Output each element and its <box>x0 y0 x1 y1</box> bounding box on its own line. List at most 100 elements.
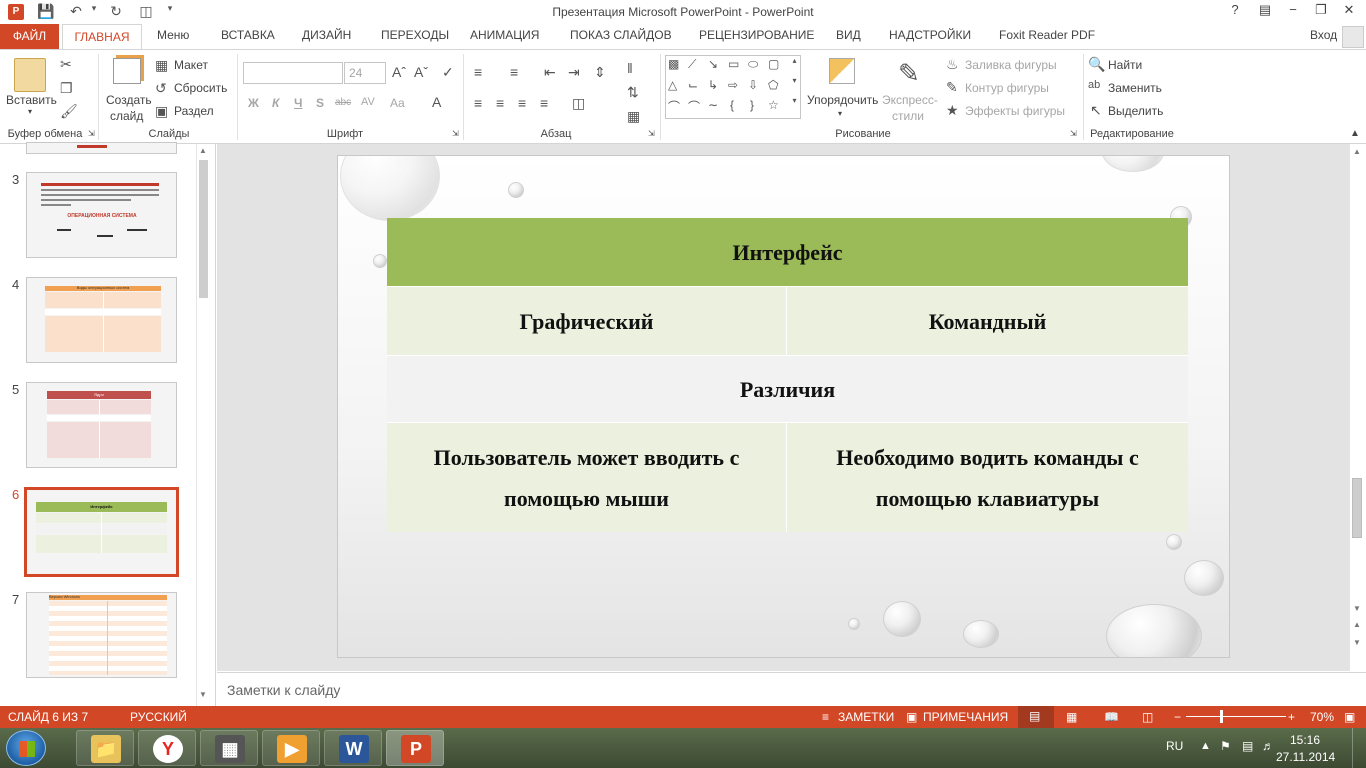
arrange-button[interactable]: Упорядочить <box>807 93 878 107</box>
rectangle-shape-icon[interactable]: ▭ <box>728 57 739 71</box>
bullets-icon[interactable]: ≡ <box>474 64 482 80</box>
zoom-out-icon[interactable]: − <box>1174 710 1181 724</box>
notes-toggle-icon[interactable]: ≡ <box>822 710 829 724</box>
connector-shape-icon[interactable]: ⌙ <box>688 78 698 92</box>
minimize-button[interactable]: − <box>1280 2 1306 22</box>
line-spacing-icon[interactable]: ⇕ <box>594 64 606 81</box>
collapse-ribbon-icon[interactable]: ▲ <box>1350 128 1360 139</box>
paste-button[interactable]: Вставить <box>6 93 57 107</box>
text-direction-icon[interactable]: ⇅ <box>627 84 639 101</box>
arc-shape-icon[interactable]: ⌒ <box>688 98 700 115</box>
right-arrow-shape-icon[interactable]: ⇨ <box>728 78 738 92</box>
elbow-connector-shape-icon[interactable]: ↳ <box>708 78 718 92</box>
copy-icon[interactable]: ❐ <box>60 80 73 97</box>
curve-shape-icon[interactable]: ⌒ <box>668 98 680 115</box>
italic-button[interactable]: К <box>272 96 279 110</box>
shape-outline-button[interactable]: Контур фигуры <box>965 81 1049 95</box>
tray-flag-icon[interactable]: ⚑ <box>1220 739 1231 753</box>
language-indicator[interactable]: РУССКИЙ <box>130 710 187 724</box>
arrange-icon[interactable] <box>829 58 855 84</box>
new-slide-icon[interactable] <box>113 58 141 84</box>
section-icon[interactable]: ▣ <box>155 103 168 120</box>
strikethrough-button[interactable]: abc <box>335 97 351 108</box>
tray-volume-icon[interactable]: ♬ <box>1262 739 1274 753</box>
align-center-icon[interactable]: ≡ <box>496 95 504 111</box>
help-button[interactable]: ? <box>1222 2 1248 22</box>
reset-button[interactable]: Сбросить <box>174 81 227 95</box>
shape-fill-icon[interactable]: ♨ <box>946 56 959 73</box>
left-brace-shape-icon[interactable]: { <box>730 98 734 112</box>
close-button[interactable]: ✕ <box>1336 2 1362 22</box>
paragraph-launcher-icon[interactable]: ⇲ <box>648 129 655 138</box>
current-slide[interactable]: Интерфейс Графический Командный Различия… <box>337 155 1230 658</box>
find-button[interactable]: Найти <box>1108 58 1142 72</box>
quick-styles-button-line1[interactable]: Экспресс- <box>882 93 938 107</box>
table-cell-keyboard-input[interactable]: Необходимо водить команды с помощью клав… <box>787 423 1188 532</box>
shapes-scroll-up-icon[interactable]: ▴ <box>789 56 800 76</box>
tab-insert[interactable]: ВСТАВКА <box>221 28 275 42</box>
rounded-rect-shape-icon[interactable]: ▢ <box>768 57 779 71</box>
fit-slide-icon[interactable]: ▣ <box>1344 710 1355 724</box>
format-painter-icon[interactable]: 🖌 <box>60 103 78 120</box>
slide-thumbnail-5[interactable]: Ядро <box>26 382 177 468</box>
comments-icon[interactable]: ▣ <box>906 710 917 724</box>
clock-date[interactable]: 27.11.2014 <box>1276 750 1335 764</box>
scroll-up-icon[interactable]: ▲ <box>1353 147 1361 156</box>
right-brace-shape-icon[interactable]: } <box>750 98 754 112</box>
layout-button[interactable]: Макет <box>174 58 208 72</box>
slide-thumbnail-4[interactable]: Виды операционных систем <box>26 277 177 363</box>
font-launcher-icon[interactable]: ⇲ <box>452 129 459 138</box>
user-avatar-icon[interactable] <box>1342 26 1364 48</box>
zoom-slider[interactable] <box>1186 710 1286 723</box>
shape-effects-button[interactable]: Эффекты фигуры <box>965 104 1065 118</box>
underline-button[interactable]: Ч <box>294 96 302 110</box>
change-case-button[interactable]: Aa <box>390 96 405 110</box>
replace-button[interactable]: Заменить <box>1108 81 1162 95</box>
flowchart-shape-icon[interactable]: ⬠ <box>768 78 778 92</box>
font-name-combo[interactable] <box>243 62 343 84</box>
clear-formatting-icon[interactable]: ✓ <box>442 64 454 81</box>
editor-scrollbar[interactable]: ▲ ▼ ▲ ▼ <box>1349 144 1363 671</box>
notes-placeholder[interactable]: Заметки к слайду <box>227 682 340 698</box>
arrow-line-shape-icon[interactable]: ↘ <box>708 57 718 71</box>
select-button[interactable]: Выделить <box>1108 104 1163 118</box>
line-shape-icon[interactable]: ⟋ <box>688 57 696 72</box>
show-desktop-button[interactable] <box>1352 728 1366 768</box>
font-color-icon[interactable]: A <box>432 94 441 110</box>
grow-font-icon[interactable]: Aˆ <box>392 64 406 80</box>
decrease-indent-icon[interactable]: ⇤ <box>544 64 556 81</box>
font-size-combo[interactable]: 24 <box>344 62 386 84</box>
shrink-font-icon[interactable]: Aˇ <box>414 64 428 80</box>
tab-slideshow[interactable]: ПОКАЗ СЛАЙДОВ <box>570 28 672 42</box>
new-slide-button-line1[interactable]: Создать <box>106 93 152 107</box>
align-left-icon[interactable]: ≡ <box>474 95 482 111</box>
taskbar-yandex-browser[interactable]: Y <box>138 730 196 766</box>
table-cell-differences[interactable]: Различия <box>387 355 1188 423</box>
reset-icon[interactable]: ↺ <box>155 80 167 97</box>
scroll-thumb[interactable] <box>1352 478 1362 538</box>
quick-styles-icon[interactable]: ✎ <box>898 58 920 89</box>
sign-in-link[interactable]: Вход <box>1310 28 1337 42</box>
restore-button[interactable]: ❐ <box>1308 2 1334 22</box>
clipboard-launcher-icon[interactable]: ⇲ <box>88 129 95 138</box>
numbering-icon[interactable]: ≡ <box>510 64 518 80</box>
notes-pane[interactable]: Заметки к слайду <box>217 672 1366 706</box>
input-language[interactable]: RU <box>1166 739 1183 753</box>
section-button[interactable]: Раздел <box>174 104 214 118</box>
taskbar-video-player[interactable]: ▶ <box>262 730 320 766</box>
paste-dropdown-icon[interactable]: ▾ <box>28 107 32 116</box>
shape-effects-icon[interactable]: ★ <box>946 102 959 119</box>
zoom-slider-thumb[interactable] <box>1220 710 1223 723</box>
find-icon[interactable]: 🔍 <box>1088 56 1105 73</box>
drawing-launcher-icon[interactable]: ⇲ <box>1070 129 1077 138</box>
slide-thumbnail-3[interactable]: ОПЕРАЦИОННАЯ СИСТЕМА <box>26 172 177 258</box>
next-slide-icon[interactable]: ▼ <box>1353 638 1361 647</box>
notes-toggle-button[interactable]: ЗАМЕТКИ <box>838 710 894 724</box>
scroll-up-icon[interactable]: ▲ <box>199 146 207 155</box>
char-spacing-button[interactable]: AV <box>361 96 375 108</box>
textbox-shape-icon[interactable]: ▩ <box>668 57 679 71</box>
scroll-down-icon[interactable]: ▼ <box>199 690 207 699</box>
shapes-scroll-down-icon[interactable]: ▾ <box>789 76 800 96</box>
cut-icon[interactable]: ✂ <box>60 56 72 73</box>
slide-sorter-view-icon[interactable]: ▦ <box>1066 710 1077 724</box>
